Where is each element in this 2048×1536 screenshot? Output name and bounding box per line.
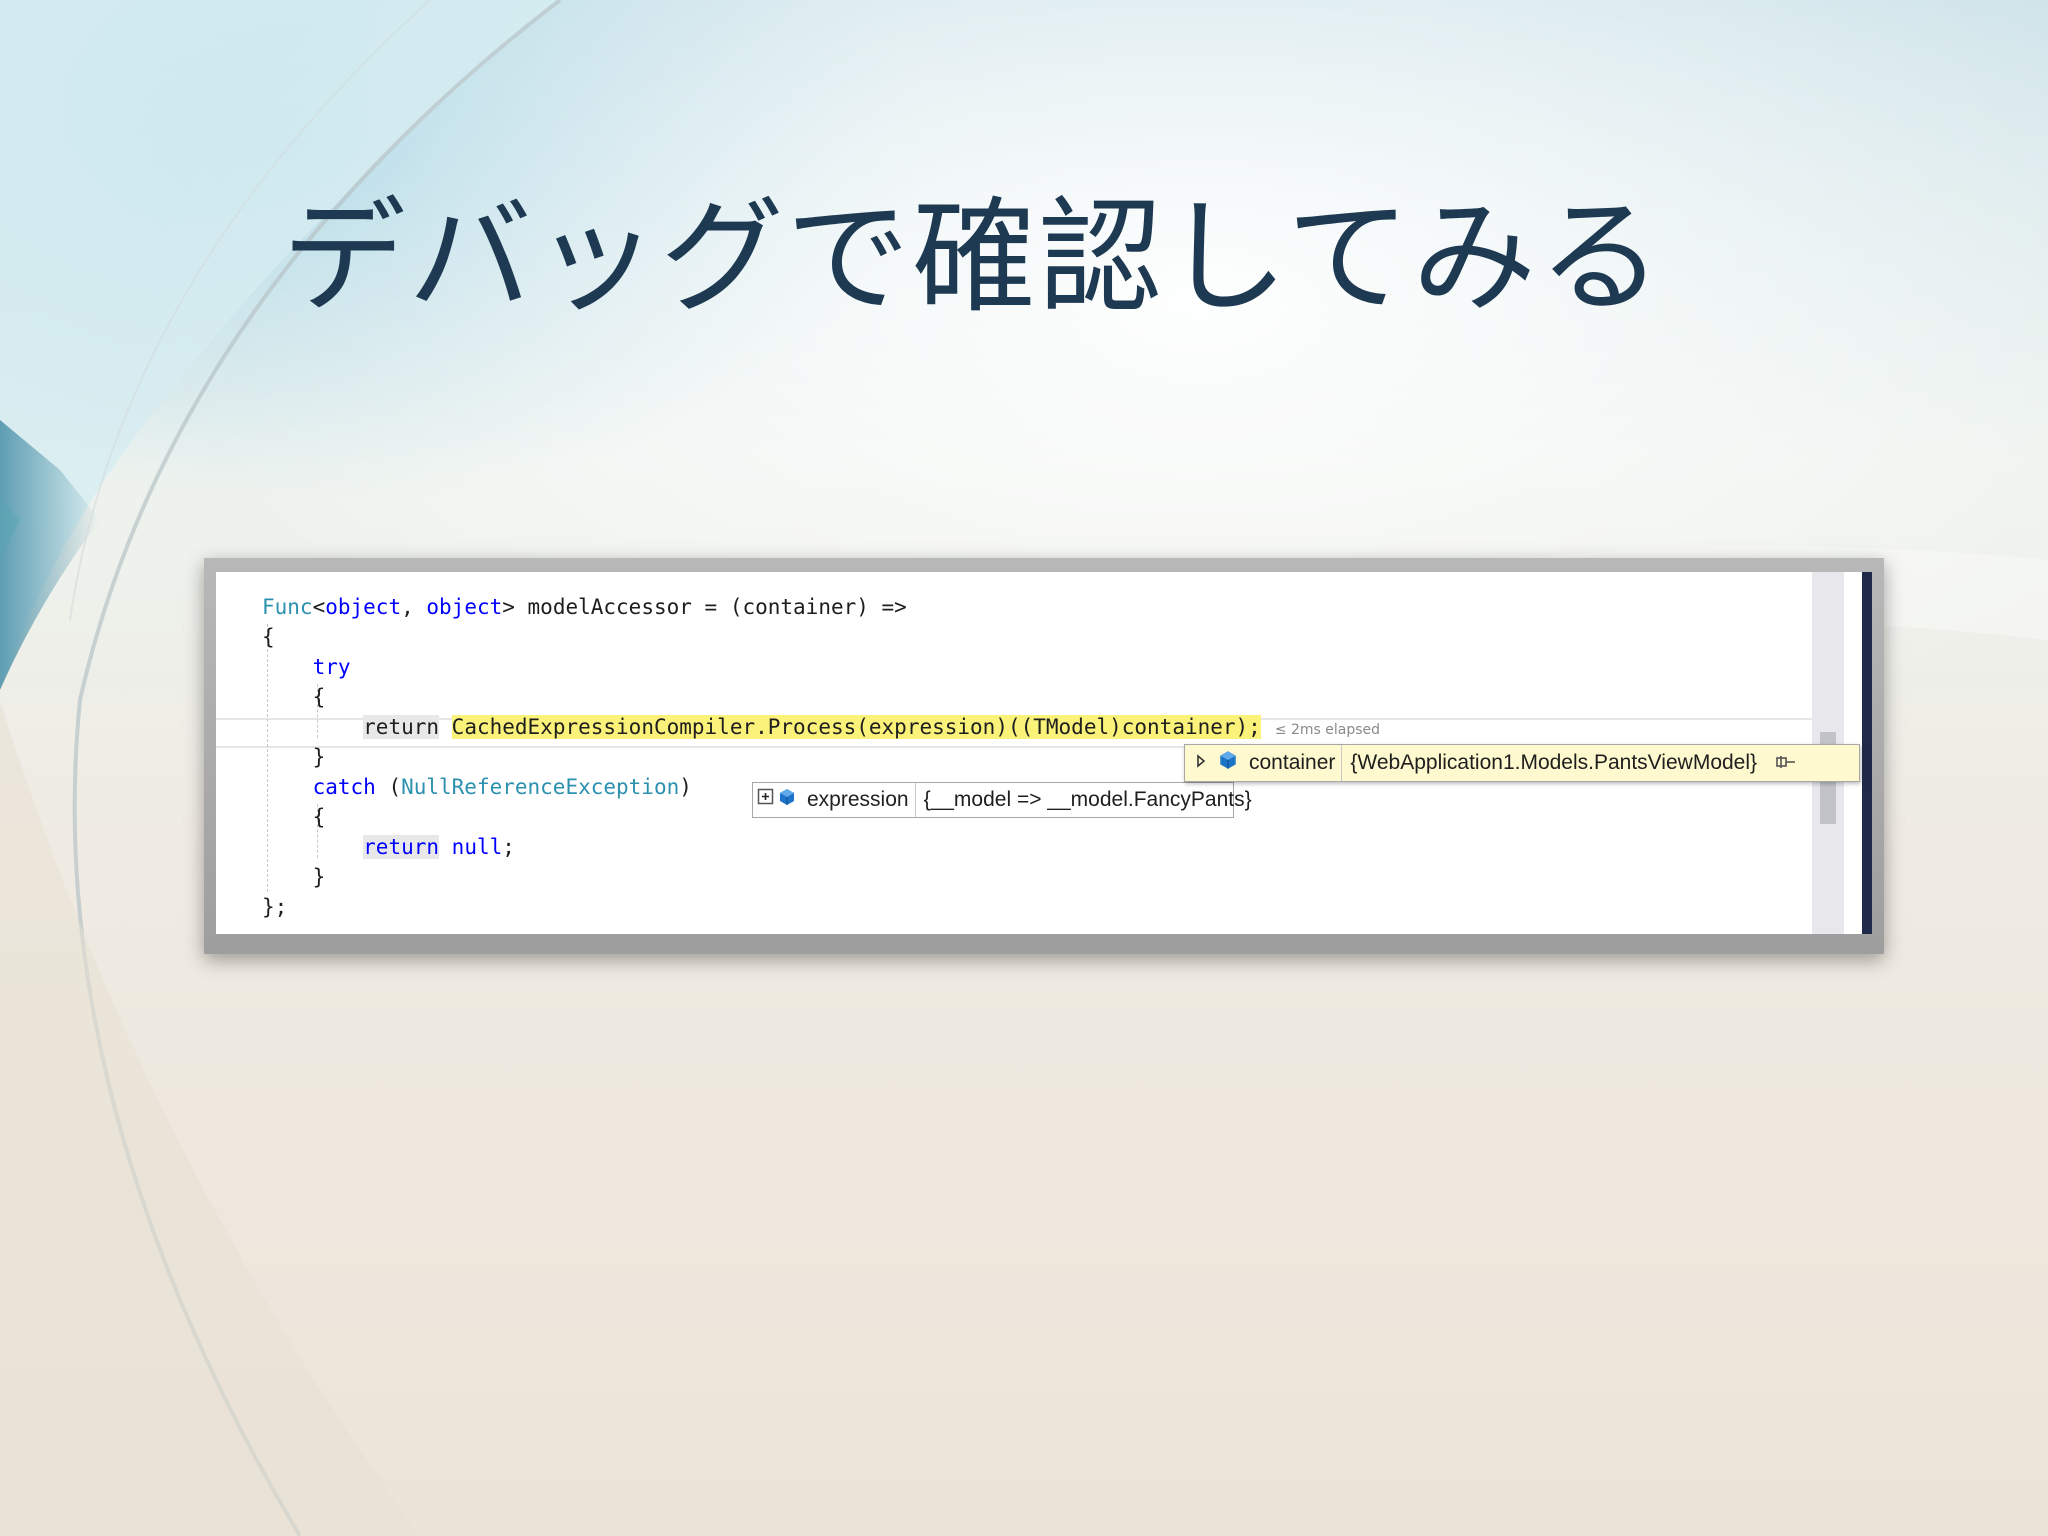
code-token: } [312, 745, 326, 769]
code-line: return null; [262, 832, 1380, 862]
code-token: ( [375, 775, 402, 799]
code-line: { [262, 682, 1380, 712]
datatip-value[interactable]: {__model => __model.FancyPants} [924, 788, 1252, 812]
code-line: { [262, 622, 1380, 652]
perf-tip[interactable]: ≤ 2ms elapsed [1275, 722, 1380, 738]
datatip-divider [1341, 745, 1343, 781]
code-token: ) [679, 775, 692, 799]
slide-title: デバッグで確認してみる [282, 186, 1665, 330]
code-token: catch [312, 775, 376, 799]
code-line: Func<object, object> modelAccessor = (co… [262, 592, 1380, 622]
code-token: } [312, 865, 326, 889]
datatip-expression[interactable]: expression {__model => __model.FancyPant… [752, 782, 1252, 818]
code-token: object [325, 595, 402, 619]
current-statement-highlight: CachedExpressionCompiler.Process(express… [451, 715, 1261, 739]
code-token: null [451, 835, 503, 859]
code-token: { [262, 625, 275, 649]
datatip-value[interactable]: {WebApplication1.Models.PantsViewModel} [1350, 751, 1757, 775]
datatip-container[interactable]: container {WebApplication1.Models.PantsV… [1184, 744, 1860, 782]
code-line: try [262, 652, 1380, 682]
code-token: return [363, 835, 440, 859]
expand-box-icon[interactable] [757, 788, 775, 812]
code-token: NullReferenceException [401, 775, 680, 799]
code-token: try [312, 655, 351, 679]
code-token: , [401, 595, 427, 619]
datatip-divider [914, 783, 916, 817]
pin-icon[interactable] [1775, 751, 1797, 775]
code-token: { [312, 805, 326, 829]
object-cube-icon [777, 787, 797, 813]
window-edge [1862, 572, 1872, 934]
code-token: > modelAccessor = (container) => [502, 595, 907, 619]
expand-arrow-icon[interactable] [1195, 751, 1207, 775]
code-line: }; [262, 892, 1380, 922]
code-token: { [312, 685, 326, 709]
code-token: return [363, 715, 440, 739]
object-cube-icon [1217, 749, 1239, 777]
datatip-name: container [1249, 751, 1336, 774]
code-token: < [312, 595, 326, 619]
current-statement-line: return CachedExpressionCompiler.Process(… [262, 712, 1380, 742]
code-token: }; [262, 895, 288, 919]
datatip-name: expression [807, 788, 909, 811]
code-token: ; [502, 835, 515, 859]
code-line: } [262, 862, 1380, 892]
code-token: Func [262, 595, 313, 619]
code-token: object [426, 595, 503, 619]
